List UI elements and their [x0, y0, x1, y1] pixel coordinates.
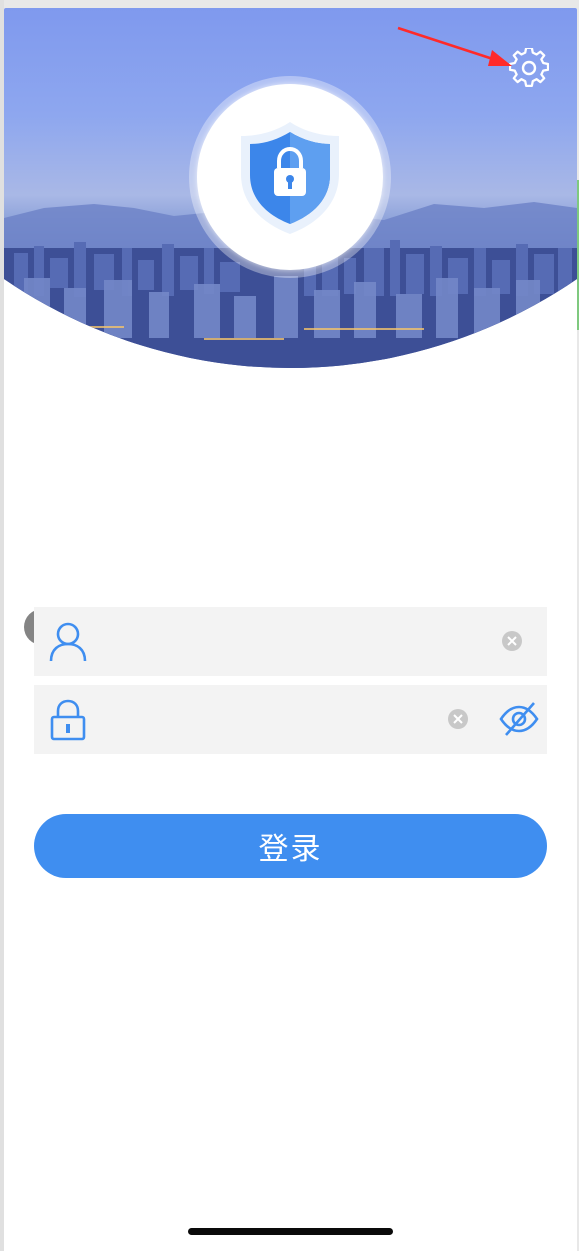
shield-lock-icon: [241, 122, 339, 234]
lock-icon: [46, 697, 90, 741]
user-icon: [46, 619, 90, 663]
password-input[interactable]: [104, 695, 468, 745]
login-screen: 登录: [4, 8, 577, 1251]
screen: 登录: [0, 0, 579, 1251]
password-visibility-toggle[interactable]: [498, 699, 540, 739]
app-logo: [197, 84, 383, 270]
password-field: [34, 685, 547, 754]
annotation-arrow: [397, 26, 512, 66]
username-input[interactable]: [104, 617, 468, 667]
username-field: [34, 607, 547, 676]
login-button[interactable]: 登录: [34, 814, 547, 878]
clear-icon: [507, 636, 517, 646]
eye-off-icon: [499, 702, 539, 736]
username-clear-button[interactable]: [502, 631, 522, 651]
password-clear-button[interactable]: [448, 709, 468, 729]
home-indicator: [188, 1228, 393, 1235]
clear-icon: [453, 714, 463, 724]
